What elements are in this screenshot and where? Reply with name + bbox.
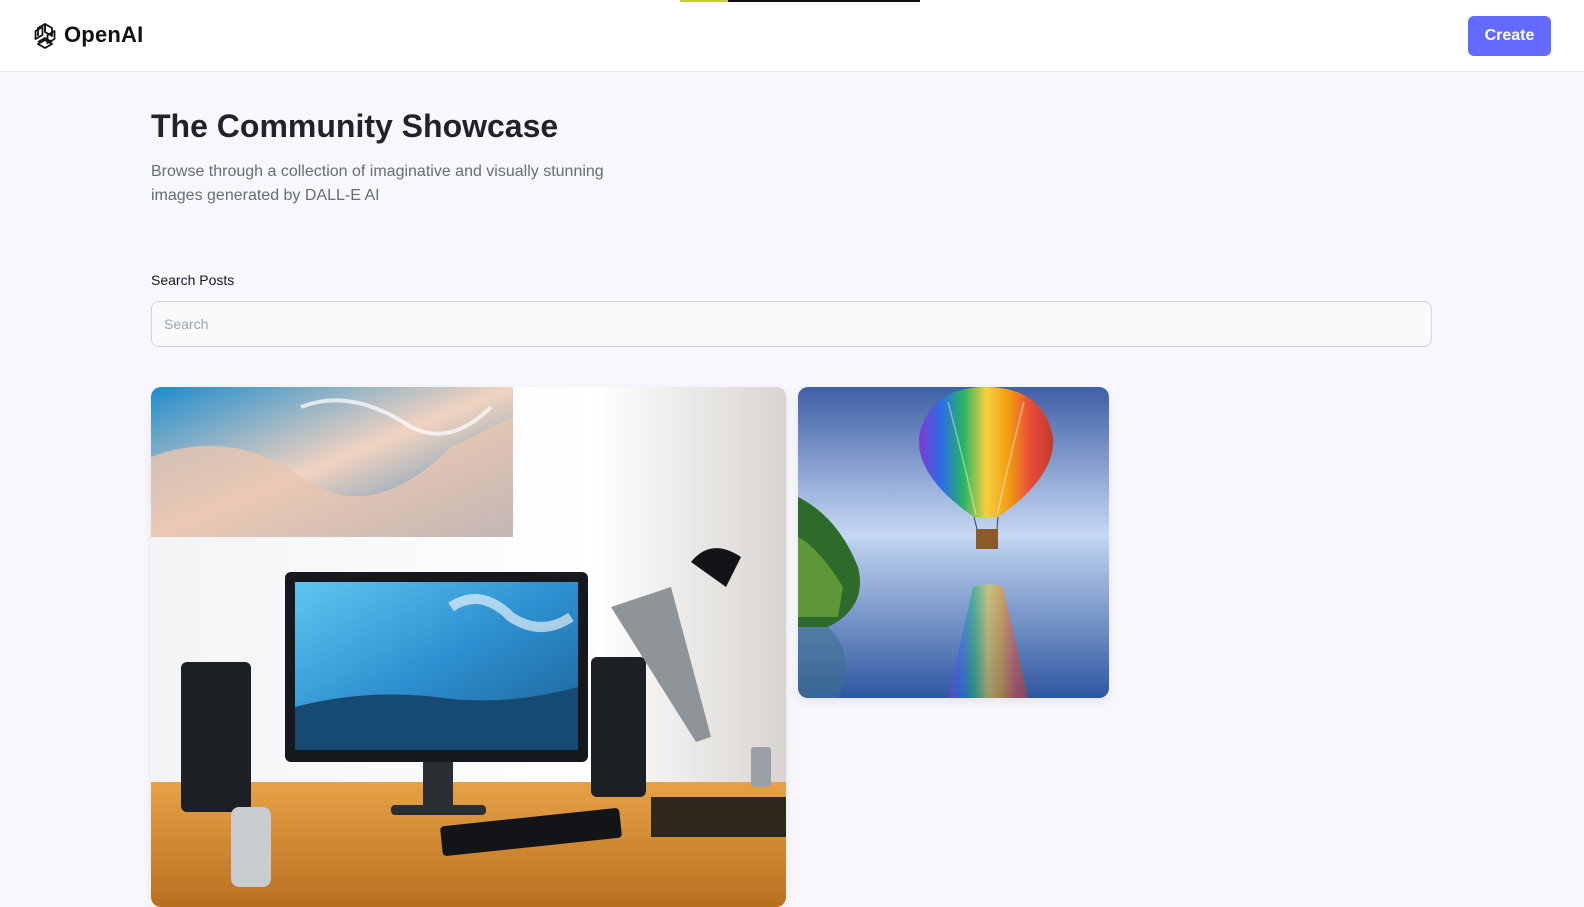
loading-progress-segment: [680, 0, 728, 2]
page-subtitle: Browse through a collection of imaginati…: [151, 163, 604, 204]
loading-progress-bar: [680, 0, 920, 2]
logo-text: OpenAI: [64, 22, 144, 47]
hot-air-balloon-image: [798, 387, 1109, 698]
openai-knot-icon: [34, 23, 56, 49]
gallery-card-desk-setup[interactable]: [151, 387, 786, 907]
search-label: Search Posts: [151, 272, 235, 288]
page-title: The Community Showcase: [151, 108, 559, 144]
search-input[interactable]: [151, 301, 1432, 347]
create-button[interactable]: Create: [1468, 16, 1551, 56]
openai-logo[interactable]: OpenAI: [30, 20, 143, 50]
gallery-card-hot-air-balloon[interactable]: [798, 387, 1109, 698]
top-navbar: OpenAI Create: [0, 0, 1584, 72]
desk-setup-image: [151, 387, 786, 907]
